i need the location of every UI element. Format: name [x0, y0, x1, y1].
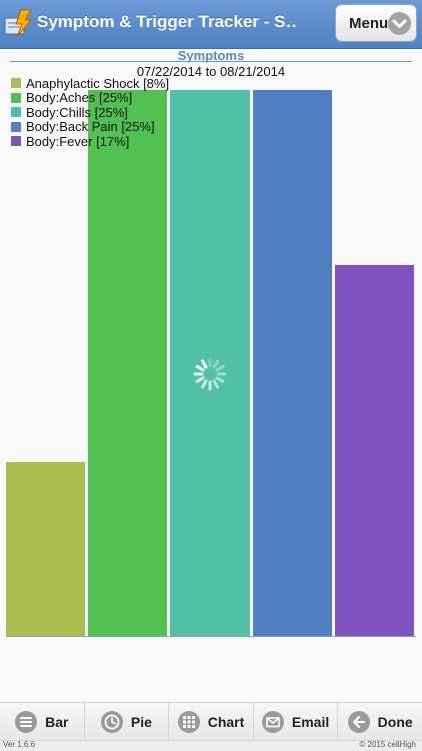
bar-button-label: Bar: [45, 714, 69, 730]
clock-icon: [100, 711, 123, 733]
loading-spinner-icon: [193, 357, 227, 391]
envelope-icon: [261, 711, 284, 733]
legend-item: Anaphylactic Shock [8%]: [11, 76, 169, 91]
email-button[interactable]: Email: [254, 703, 339, 741]
legend-label: Body:Back Pain [25%]: [26, 119, 155, 135]
legend-swatch: [11, 78, 21, 89]
chart-button[interactable]: Chart: [169, 703, 254, 741]
menu-button-label: Menu: [349, 15, 389, 32]
done-button[interactable]: Done: [338, 703, 422, 741]
menu-lines-icon: [15, 711, 38, 733]
app-logo-icon: [4, 9, 33, 38]
bar-button[interactable]: Bar: [0, 703, 85, 741]
legend-label: Anaphylactic Shock [8%]: [26, 75, 170, 91]
legend-item: Body:Fever [17%]: [11, 134, 169, 149]
bar-anaphylactic-shock: [6, 461, 86, 637]
legend-swatch: [11, 121, 21, 132]
chart-button-label: Chart: [207, 714, 245, 730]
chevron-down-icon: [388, 12, 411, 35]
bar-body-aches: [88, 90, 168, 637]
app-header: Symptom & Trigger Tracker - S… Menu: [0, 0, 422, 49]
grid-icon: [177, 711, 200, 733]
legend-swatch: [11, 92, 21, 103]
copyright-text: © 2015 cellHigh: [359, 740, 416, 749]
menu-button[interactable]: Menu: [335, 4, 417, 42]
legend-swatch: [11, 136, 21, 147]
legend-label: Body:Chills [25%]: [26, 104, 128, 120]
chart-baseline: [6, 636, 416, 637]
legend-label: Body:Aches [25%]: [26, 90, 133, 106]
page-title: Symptom & Trigger Tracker - S…: [37, 12, 297, 31]
legend-item: Body:Chills [25%]: [11, 105, 169, 120]
legend-label: Body:Fever [17%]: [26, 133, 130, 149]
version-text: Ver 1.6.6: [3, 740, 36, 749]
footer-bar: Ver 1.6.6 © 2015 cellHigh: [0, 740, 422, 751]
arrow-left-icon: [347, 711, 370, 733]
done-button-label: Done: [377, 714, 413, 730]
legend-item: Body:Aches [25%]: [11, 90, 169, 106]
bottom-toolbar: Bar Pie Chart Email Done: [0, 702, 422, 741]
email-button-label: Email: [291, 714, 330, 730]
title-divider: [10, 61, 412, 62]
legend-item: Body:Back Pain [25%]: [11, 119, 169, 135]
bar-body-back-pain: [252, 90, 332, 637]
pie-button[interactable]: Pie: [85, 703, 170, 741]
chart-legend: Anaphylactic Shock [8%] Body:Aches [25%] B…: [11, 76, 169, 149]
pie-button-label: Pie: [130, 714, 152, 730]
legend-swatch: [11, 107, 21, 118]
bar-body-fever: [334, 265, 414, 637]
